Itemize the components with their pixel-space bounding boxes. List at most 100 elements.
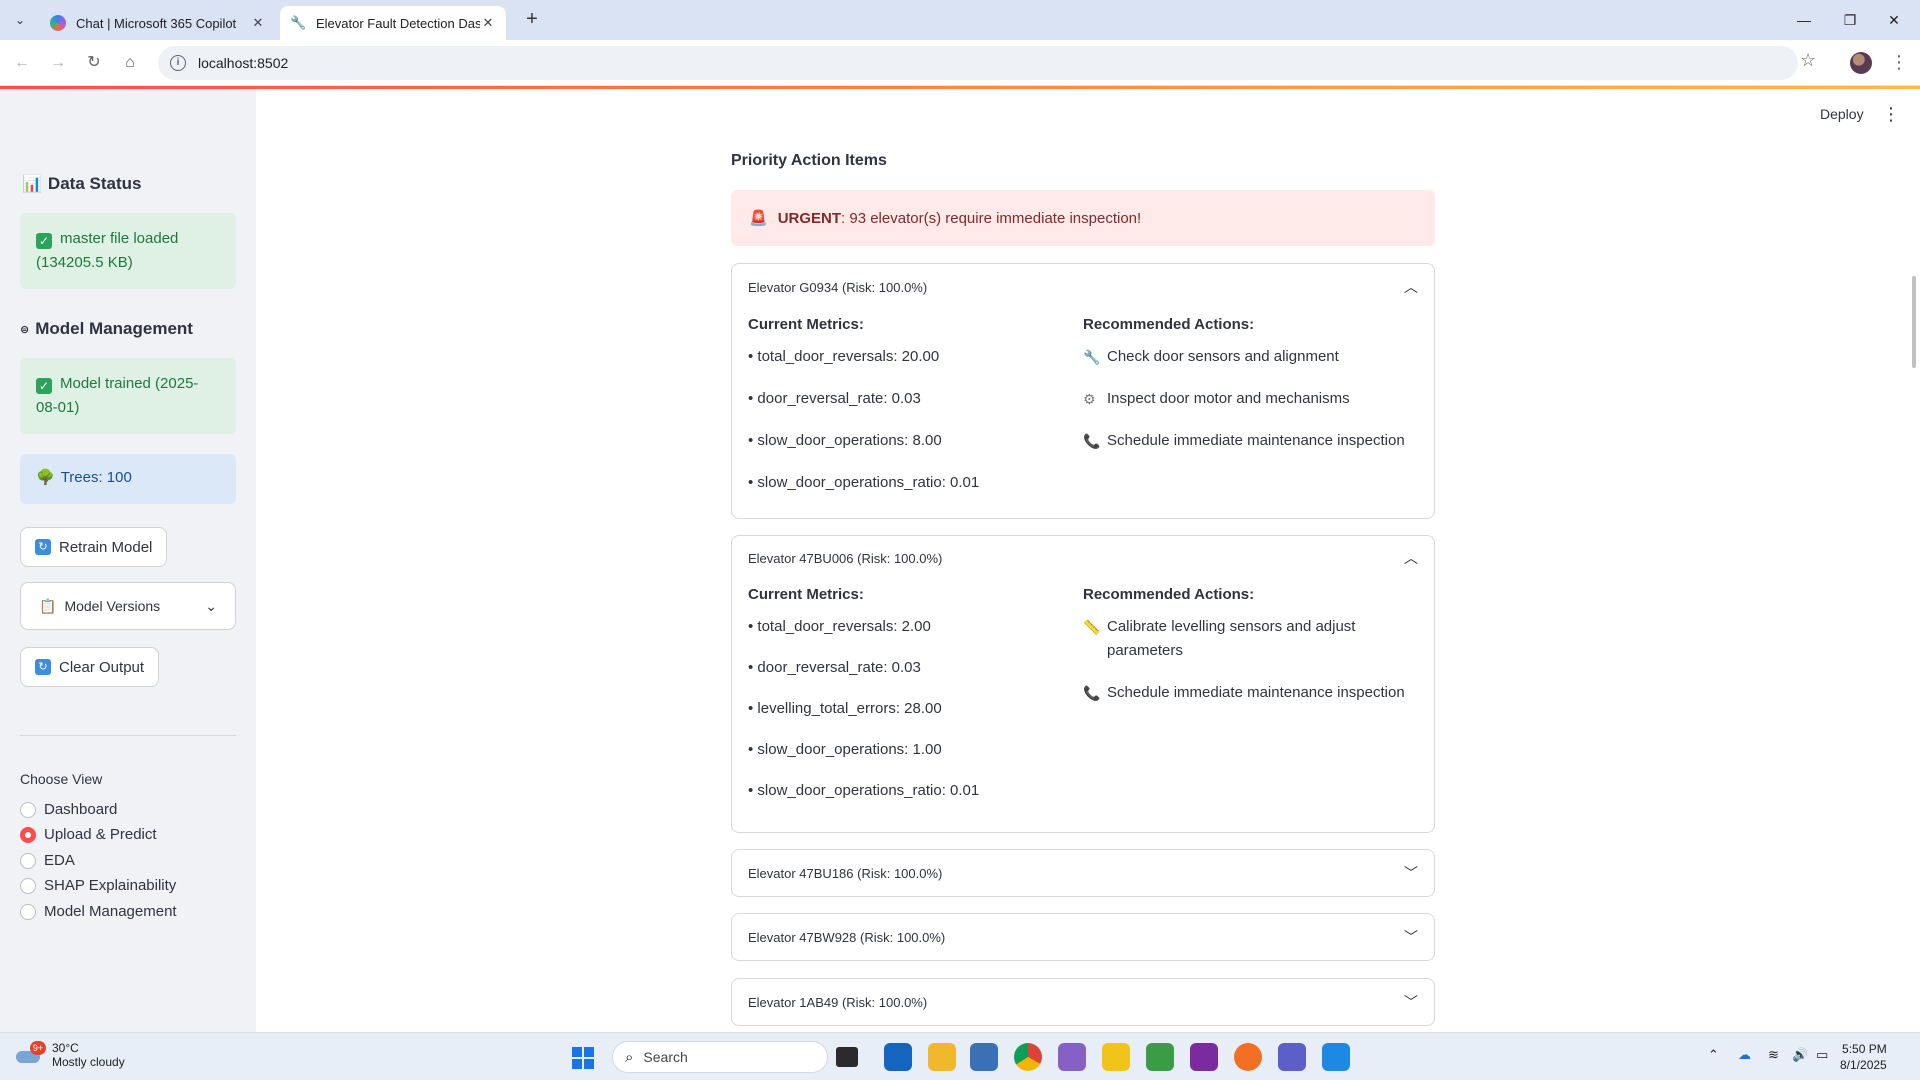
actions-heading: Recommended Actions: [1083, 586, 1255, 603]
elevator-expander-1ab49[interactable]: Elevator 1AB49 (Risk: 100.0%) ﹀ [731, 978, 1435, 1026]
new-tab-icon[interactable]: + [520, 8, 544, 32]
battery-icon[interactable]: ▭ [1816, 1047, 1828, 1063]
excel-notes-icon[interactable] [1146, 1043, 1174, 1071]
onenote-icon[interactable] [1190, 1043, 1218, 1071]
expander-title: Elevator 47BU186 (Risk: 100.0%) [748, 865, 943, 881]
retrain-model-button[interactable]: ↻ Retrain Model [20, 527, 168, 567]
volume-icon[interactable]: 🔊 [1792, 1047, 1808, 1063]
scrollbar-thumb[interactable] [1912, 276, 1916, 368]
outlook-icon[interactable] [884, 1043, 912, 1071]
radio-circle[interactable] [20, 903, 36, 920]
windows-start-icon[interactable] [572, 1047, 594, 1069]
trees-info-alert: 🌳 Trees: 100 [20, 454, 236, 504]
model-versions-expander[interactable]: 📋 Model Versions ⌄ [20, 582, 236, 630]
restore-icon[interactable]: ❐ [1828, 6, 1872, 34]
expander-header[interactable]: Elevator 47BW928 (Risk: 100.0%) ﹀ [732, 914, 1434, 960]
system-clock[interactable]: 5:50 PM 8/1/2025 [1840, 1041, 1887, 1073]
metrics-column: Current Metrics: • total_door_reversals:… [748, 310, 1083, 513]
task-view-icon[interactable] [836, 1047, 858, 1067]
chevron-down-icon[interactable]: ﹀ [1404, 927, 1418, 947]
deploy-button[interactable]: Deploy [1820, 106, 1864, 122]
tab-title: Chat | Microsoft 365 Copilot [76, 15, 237, 31]
wifi-icon[interactable]: ≋ [1768, 1047, 1779, 1063]
radio-upload-predict[interactable]: Upload & Predict [20, 826, 157, 843]
url-text: localhost:8502 [198, 55, 289, 71]
divider [20, 735, 236, 736]
metrics-heading: Current Metrics: [748, 586, 864, 603]
expander-body: Current Metrics: • total_door_reversals:… [732, 310, 1434, 513]
expander-header[interactable]: Elevator 47BU006 (Risk: 100.0%) ︿ [732, 536, 1434, 580]
close-icon[interactable]: ✕ [250, 15, 266, 31]
clear-output-button[interactable]: ↻ Clear Output [20, 647, 160, 687]
tab-copilot[interactable]: Chat | Microsoft 365 Copilot ✕ [40, 6, 276, 40]
tab-search-chevron-icon[interactable]: ⌄ [8, 8, 32, 32]
expander-header[interactable]: Elevator 47BU186 (Risk: 100.0%) ﹀ [732, 850, 1434, 896]
weather-widget[interactable]: 9+ 30°C Mostly cloudy [16, 1041, 125, 1069]
onedrive-icon[interactable]: ☁ [1738, 1047, 1751, 1063]
clock-time: 5:50 PM [1842, 1042, 1887, 1056]
file-explorer-icon[interactable] [928, 1043, 956, 1071]
radio-label: SHAP Explainability [44, 877, 177, 894]
scrollbar[interactable] [1908, 89, 1920, 1032]
radio-shap-explainability[interactable]: SHAP Explainability [20, 877, 176, 894]
action-item: ⚙ Inspect door motor and mechanisms [1083, 387, 1418, 411]
widgets-icon[interactable] [970, 1043, 998, 1071]
elevator-expander-47bw928[interactable]: Elevator 47BW928 (Risk: 100.0%) ﹀ [731, 913, 1435, 961]
chevron-down-icon[interactable]: ﹀ [1404, 992, 1418, 1012]
radio-circle[interactable] [20, 801, 36, 818]
expander-header[interactable]: Elevator 1AB49 (Risk: 100.0%) ﹀ [732, 979, 1434, 1025]
chevron-down-icon: ⌄ [205, 597, 217, 614]
visual-studio-icon[interactable] [1058, 1043, 1086, 1071]
chevron-down-icon[interactable]: ﹀ [1404, 863, 1418, 883]
pen-app-icon[interactable] [1234, 1043, 1262, 1071]
temperature: 30°C [52, 1041, 79, 1055]
app-header-decoration [0, 86, 1920, 89]
radio-circle-selected[interactable] [20, 826, 36, 843]
expander-title: Elevator G0934 (Risk: 100.0%) [748, 279, 928, 295]
metric-item: • slow_door_operations: 1.00 [748, 741, 942, 758]
elevator-expander-47bu006: Elevator 47BU006 (Risk: 100.0%) ︿ Curren… [731, 535, 1435, 833]
back-icon[interactable]: ← [8, 50, 36, 76]
close-icon[interactable]: ✕ [480, 15, 496, 31]
taskbar-search-input[interactable]: ⌕ Search [612, 1041, 828, 1073]
radio-circle[interactable] [20, 852, 36, 869]
bookmark-star-icon[interactable]: ☆ [1800, 50, 1816, 71]
clear-output-label: Clear Output [59, 658, 145, 676]
url-input[interactable]: i localhost:8502 [158, 46, 1798, 80]
chevron-up-icon[interactable]: ︿ [1404, 277, 1418, 297]
radio-dashboard[interactable]: Dashboard [20, 801, 117, 818]
urgent-text: : 93 elevator(s) require immediate inspe… [841, 209, 1142, 227]
brain-icon: ⊜ [20, 323, 30, 336]
close-window-icon[interactable]: ✕ [1872, 6, 1916, 34]
clipboard-icon: 📋 [39, 597, 57, 614]
wrench-icon: 🔧 [1083, 349, 1101, 365]
chevron-up-icon[interactable]: ⌃ [1708, 1047, 1719, 1063]
action-text: Check door sensors and alignment [1107, 348, 1339, 365]
browser-menu-icon[interactable]: ⋮ [1890, 52, 1908, 73]
radio-circle[interactable] [20, 877, 36, 894]
elevator-expander-47bu186[interactable]: Elevator 47BU186 (Risk: 100.0%) ﹀ [731, 849, 1435, 897]
expander-header[interactable]: Elevator G0934 (Risk: 100.0%) ︿ [732, 264, 1434, 310]
minimize-icon[interactable]: — [1782, 6, 1826, 34]
radio-label: Dashboard [44, 801, 118, 818]
teams-icon[interactable] [1278, 1043, 1306, 1071]
radio-eda[interactable]: EDA [20, 852, 75, 869]
snip-tool-icon[interactable] [1102, 1043, 1130, 1071]
priority-action-items-heading: Priority Action Items [731, 152, 887, 169]
reload-icon[interactable]: ↻ [80, 50, 108, 76]
action-text: Calibrate levelling sensors and adjust p… [1107, 618, 1356, 659]
avatar[interactable] [1850, 52, 1872, 74]
action-text: Schedule immediate maintenance inspectio… [1107, 684, 1405, 701]
chevron-up-icon[interactable]: ︿ [1404, 548, 1418, 568]
actions-column: Recommended Actions: 📏 Calibrate levellin… [1083, 580, 1418, 813]
tab-elevator-dashboard[interactable]: 🔧 Elevator Fault Detection Dashb ✕ [280, 6, 506, 40]
chrome-icon[interactable] [1014, 1043, 1042, 1071]
site-info-icon[interactable]: i [170, 55, 186, 71]
tab-title: Elevator Fault Detection Dashb [316, 15, 480, 31]
forward-icon[interactable]: → [44, 50, 72, 76]
app-menu-icon[interactable]: ⋮ [1882, 104, 1900, 125]
radio-model-management[interactable]: Model Management [20, 903, 177, 920]
vscode-icon[interactable] [1322, 1043, 1350, 1071]
bar-chart-icon: 📊 [22, 176, 42, 193]
home-icon[interactable]: ⌂ [116, 50, 144, 76]
